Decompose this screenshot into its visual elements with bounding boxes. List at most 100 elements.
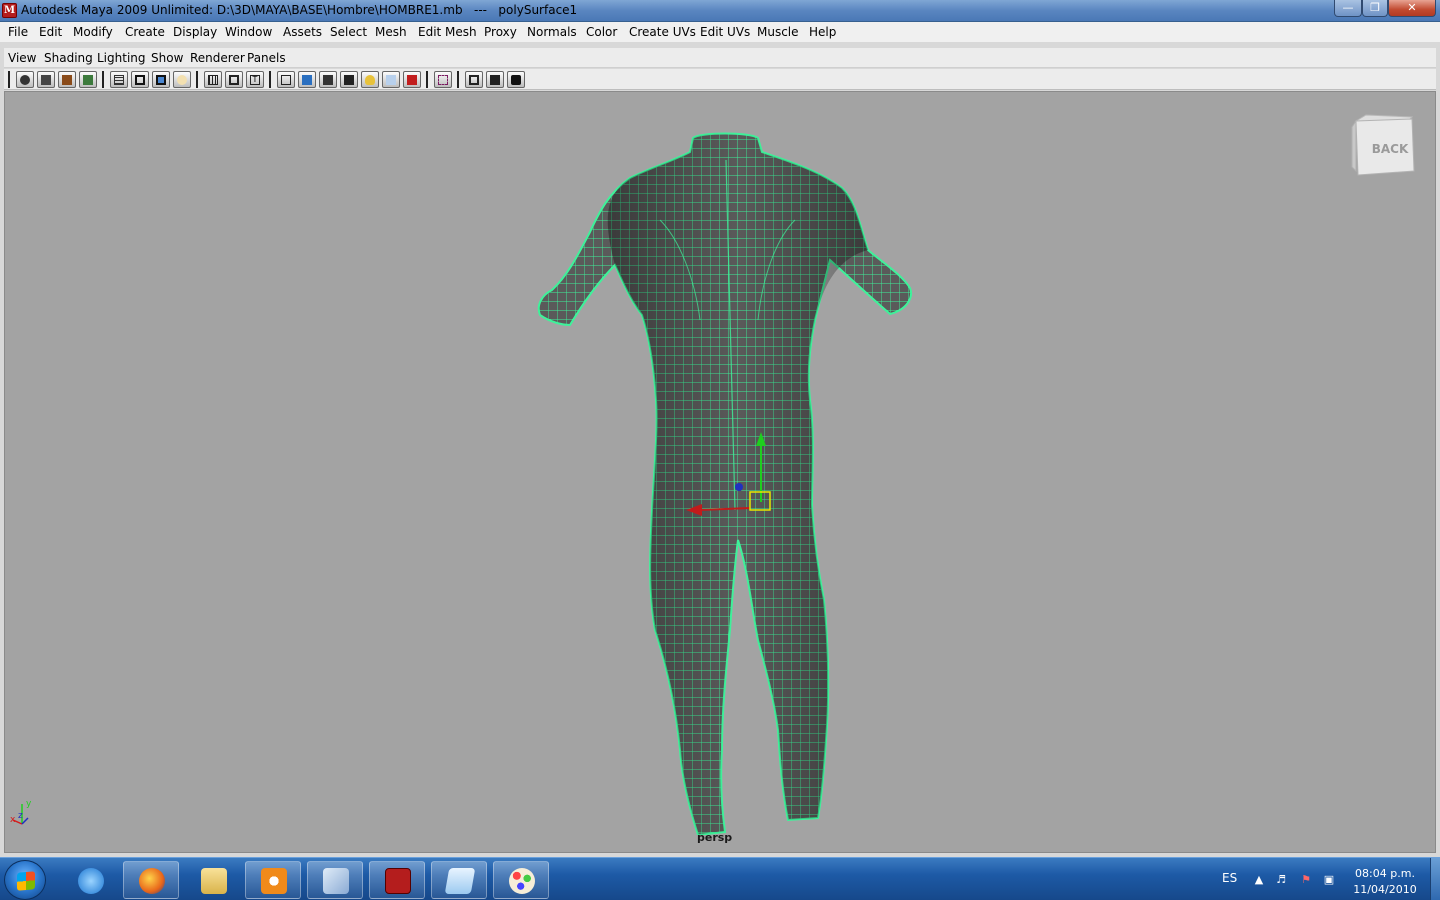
field-chart-button[interactable] [204, 71, 222, 88]
grid-button[interactable] [110, 71, 128, 88]
window-title: Autodesk Maya 2009 Unlimited: D:\3D\MAYA… [21, 3, 578, 17]
close-button[interactable]: ✕ [1388, 0, 1436, 17]
use-lights-button[interactable] [361, 71, 379, 88]
minimize-button[interactable]: — [1334, 0, 1362, 17]
taskbar-internet-explorer[interactable] [62, 861, 118, 899]
menu-edit-mesh[interactable]: Edit Mesh [418, 25, 477, 39]
maximize-button[interactable]: ❐ [1362, 0, 1388, 17]
tray-action-center-icon[interactable]: ⚑ [1299, 873, 1313, 887]
taskbar-firefox[interactable] [123, 861, 179, 899]
windows-logo-icon [17, 871, 35, 891]
wireframe-icon [281, 75, 291, 85]
menu-edit-uvs[interactable]: Edit UVs [700, 25, 750, 39]
select-camera-button[interactable] [16, 71, 34, 88]
panel-toolbar: T [4, 69, 1436, 90]
panel-menu-panels[interactable]: Panels [247, 51, 286, 65]
viewcube-side[interactable] [1351, 119, 1357, 173]
explorer-folder-icon [201, 868, 227, 894]
tray-date: 11/04/2010 [1353, 883, 1417, 896]
taskbar-explorer[interactable] [185, 861, 241, 899]
minimize-icon: — [1342, 1, 1354, 14]
panel-menu-view[interactable]: View [8, 51, 36, 65]
image-plane-button[interactable] [79, 71, 97, 88]
safe-title-button[interactable]: T [246, 71, 264, 88]
menu-modify[interactable]: Modify [73, 25, 113, 39]
show-desktop-button[interactable] [1430, 858, 1440, 900]
title-bar[interactable]: M Autodesk Maya 2009 Unlimited: D:\3D\MA… [0, 0, 1440, 22]
smooth-shade-icon [302, 75, 312, 85]
menu-normals[interactable]: Normals [527, 25, 577, 39]
tray-expand-icon[interactable]: ▲ [1252, 873, 1266, 887]
menu-window[interactable]: Window [225, 25, 272, 39]
axis-x-label: x [10, 815, 16, 825]
menu-help[interactable]: Help [809, 25, 836, 39]
internet-explorer-icon [78, 868, 104, 894]
maya-task-icon [385, 868, 411, 894]
panel-menu-lighting[interactable]: Lighting [97, 51, 146, 65]
tray-clock[interactable]: 08:04 p.m. 11/04/2010 [1344, 866, 1426, 898]
film-gate-icon [135, 75, 145, 85]
maximize-icon: ❐ [1370, 1, 1380, 14]
panel-menu-show[interactable]: Show [151, 51, 183, 65]
shadows-icon [407, 75, 417, 85]
windows-start-orb[interactable] [4, 860, 46, 900]
tray-time: 08:04 p.m. [1355, 867, 1415, 880]
use-lights-icon [365, 75, 375, 85]
grid-icon [114, 75, 124, 85]
frame-selected-button[interactable] [486, 71, 504, 88]
safe-action-button[interactable] [225, 71, 243, 88]
maya-icon[interactable]: M [2, 3, 17, 18]
menu-assets[interactable]: Assets [283, 25, 322, 39]
axis-indicator: y x z [10, 799, 32, 825]
menu-proxy[interactable]: Proxy [484, 25, 517, 39]
gizmo-z-handle[interactable] [735, 483, 743, 491]
safe-action-icon [229, 75, 239, 85]
menu-create-uvs[interactable]: Create UVs [629, 25, 696, 39]
bookmark-button[interactable] [58, 71, 76, 88]
menu-select[interactable]: Select [330, 25, 367, 39]
menu-display[interactable]: Display [173, 25, 217, 39]
gate-mask-button[interactable] [173, 71, 191, 88]
menu-file[interactable]: File [8, 25, 28, 39]
wireframe-on-shaded-button[interactable] [319, 71, 337, 88]
gate-mask-icon [177, 75, 187, 85]
film-gate-button[interactable] [131, 71, 149, 88]
panel-menu-bar: View Shading Lighting Show Renderer Pane… [4, 48, 1436, 68]
toolbar-separator [8, 71, 10, 88]
tool-icon [323, 868, 349, 894]
tray-network-icon[interactable]: ▣ [1322, 873, 1336, 887]
xray-button[interactable] [382, 71, 400, 88]
isolate-select-button[interactable] [434, 71, 452, 88]
viewcube[interactable]: BACK [1350, 113, 1416, 179]
taskbar-tool[interactable] [307, 861, 363, 899]
smooth-shade-button[interactable] [298, 71, 316, 88]
menu-edit[interactable]: Edit [39, 25, 62, 39]
camera-name-label: persp [697, 831, 733, 844]
menu-color[interactable]: Color [586, 25, 617, 39]
shadows-button[interactable] [403, 71, 421, 88]
resolution-gate-button[interactable] [152, 71, 170, 88]
frame-all-button[interactable] [465, 71, 483, 88]
human-mesh-polysurface[interactable] [530, 130, 920, 835]
taskbar-notepad[interactable] [431, 861, 487, 899]
toolbar-separator [269, 71, 271, 88]
panel-menu-shading[interactable]: Shading [44, 51, 93, 65]
frame-selected-icon [490, 75, 500, 85]
menu-muscle[interactable]: Muscle [757, 25, 799, 39]
tray-language[interactable]: ES [1222, 871, 1237, 885]
axis-z-label: z [18, 811, 23, 821]
wireframe-button[interactable] [277, 71, 295, 88]
taskbar-media-player[interactable] [245, 861, 301, 899]
lock-camera-button[interactable] [37, 71, 55, 88]
menu-create[interactable]: Create [125, 25, 165, 39]
panel-menu-renderer[interactable]: Renderer [190, 51, 245, 65]
menu-mesh[interactable]: Mesh [375, 25, 407, 39]
resolution-gate-icon [156, 75, 166, 85]
safe-title-icon: T [250, 75, 260, 85]
taskbar-maya[interactable] [369, 861, 425, 899]
pan-zoom-button[interactable] [507, 71, 525, 88]
textured-button[interactable] [340, 71, 358, 88]
tray-volume-icon[interactable]: ♬ [1274, 873, 1288, 887]
main-menu-bar: File Edit Modify Create Display Window A… [0, 22, 1440, 43]
taskbar-paint[interactable] [493, 861, 549, 899]
